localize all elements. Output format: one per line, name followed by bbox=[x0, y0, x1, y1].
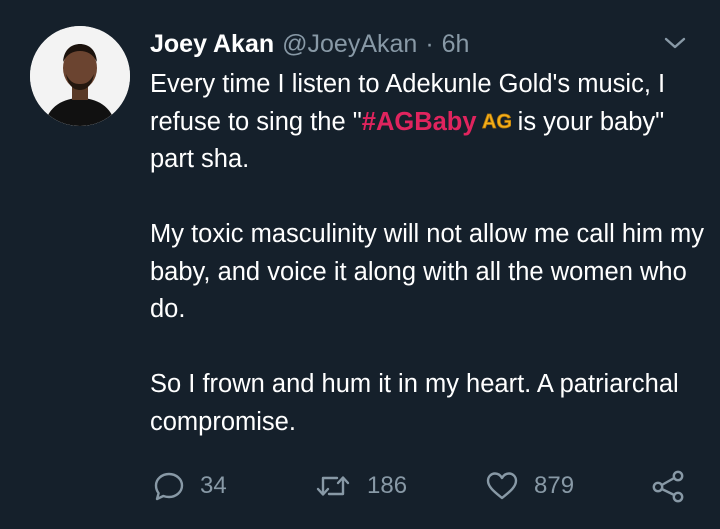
tweet-text: Every time I listen to Adekunle Gold's m… bbox=[150, 66, 705, 441]
tweet-header: Joey Akan @JoeyAkan · 6h bbox=[150, 28, 469, 60]
author-handle[interactable]: @JoeyAkan bbox=[282, 30, 417, 59]
like-button[interactable]: 879 bbox=[484, 466, 574, 506]
timestamp[interactable]: 6h bbox=[442, 30, 470, 59]
reply-icon bbox=[152, 469, 186, 503]
avatar-photo bbox=[30, 26, 130, 126]
tweet[interactable]: Joey Akan @JoeyAkan · 6h Every time I li… bbox=[0, 0, 720, 529]
tweet-paragraph-3: So I frown and hum it in my heart. A pat… bbox=[150, 370, 679, 436]
heart-icon bbox=[484, 469, 520, 503]
like-count: 879 bbox=[534, 472, 575, 499]
tweet-paragraph-2: My toxic masculinity will not allow me c… bbox=[150, 220, 705, 323]
tweet-actions: 34 186 879 bbox=[150, 466, 690, 506]
retweet-button[interactable]: 186 bbox=[313, 466, 407, 506]
ag-hashflag-icon: AG bbox=[481, 106, 512, 133]
reply-count: 34 bbox=[200, 472, 227, 499]
tweet-paragraph-1: Every time I listen to Adekunle Gold's m… bbox=[150, 66, 705, 179]
author-name[interactable]: Joey Akan bbox=[150, 30, 274, 59]
share-icon bbox=[650, 469, 688, 503]
retweet-icon bbox=[313, 469, 353, 503]
separator-dot: · bbox=[425, 29, 434, 58]
reply-button[interactable]: 34 bbox=[152, 466, 227, 506]
avatar[interactable] bbox=[30, 26, 130, 126]
share-button[interactable] bbox=[650, 466, 688, 506]
hashtag-link[interactable]: #AGBaby bbox=[362, 108, 477, 136]
svg-text:AG: AG bbox=[482, 111, 511, 132]
chevron-down-icon[interactable] bbox=[662, 32, 688, 54]
retweet-count: 186 bbox=[367, 472, 408, 499]
